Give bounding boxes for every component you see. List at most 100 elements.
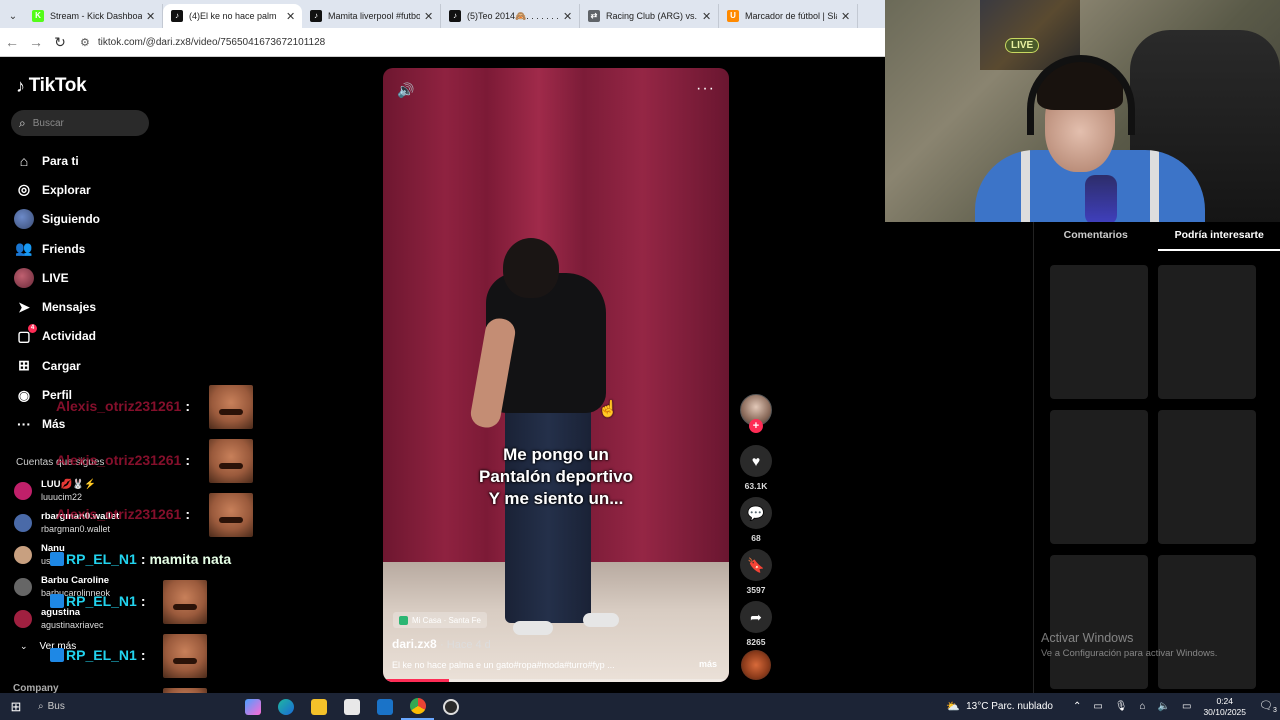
tab-comentarios[interactable]: Comentarios <box>1034 227 1158 251</box>
obs-icon[interactable] <box>434 693 467 720</box>
video-thumbnail[interactable] <box>1158 265 1256 399</box>
tab-podria-interesarte[interactable]: Podría interesarte <box>1157 227 1280 251</box>
sidebar-item-label: Mensajes <box>42 300 97 315</box>
weather-text[interactable]: 13°C Parc. nublado <box>966 701 1053 712</box>
browser-tab-strip: ⌄ K Stream - Kick Dashboard ✕ ♪ (4)El ke no … <box>0 0 885 28</box>
tab-title: Marcador de fútbol | Slan <box>745 11 837 21</box>
friends-icon: 👥 <box>15 240 33 257</box>
back-icon[interactable]: ← <box>0 30 24 54</box>
more-options-icon[interactable]: ··· <box>696 80 715 98</box>
sidebar-item-cargar[interactable]: ⊞ Cargar <box>14 351 100 380</box>
clock[interactable]: 0:24 30/10/2025 <box>1203 696 1246 718</box>
chat-separator: : <box>185 398 190 414</box>
search-icon: ⌕ <box>19 115 26 130</box>
video-thumbnail[interactable] <box>1050 555 1148 689</box>
chat-badge-icon <box>50 648 64 662</box>
sidebar-item-siguiendo[interactable]: Siguiendo <box>14 205 100 234</box>
caption-line: Me pongo un <box>503 445 609 464</box>
music-disc-icon[interactable] <box>741 650 771 680</box>
chat-separator: : <box>185 506 190 522</box>
close-tab-icon[interactable]: ✕ <box>146 10 156 23</box>
copilot-icon[interactable] <box>236 693 269 720</box>
sidebar-item-m-s[interactable]: ··· Más <box>14 410 100 439</box>
forward-icon[interactable]: → <box>24 30 48 54</box>
tab-title: Stream - Kick Dashboard <box>50 11 142 21</box>
sidebar-item-friends[interactable]: 👥 Friends <box>14 234 100 263</box>
chat-username: RP_EL_N1 <box>66 593 137 609</box>
browser-tab[interactable]: ⇄ Racing Club (ARG) vs. Fla ✕ <box>580 4 719 28</box>
account-handle: rbargman0.wallet <box>41 524 111 534</box>
tab-favicon-icon: K <box>32 10 44 22</box>
weather-icon[interactable]: ⛅ <box>946 700 960 713</box>
browser-tab[interactable]: ♪ Mamita liverpool #futbol ✕ <box>302 4 441 28</box>
location-label: Mi Casa · Santa Fe <box>412 615 481 625</box>
chat-username: RP_EL_N1 <box>66 647 137 663</box>
like-button[interactable]: ♥ <box>740 445 772 477</box>
sidebar-item-para-ti[interactable]: ⌂ Para ti <box>14 146 100 175</box>
windows-start-icon[interactable]: ⊞ <box>0 693 32 720</box>
outlook-icon[interactable] <box>368 693 401 720</box>
camera-icon[interactable]: ▭ <box>1093 701 1102 712</box>
video-progress-bar[interactable] <box>383 679 729 682</box>
sidebar-item-mensajes[interactable]: ➤ Mensajes <box>14 292 100 321</box>
video-thumbnail[interactable] <box>1050 265 1148 399</box>
battery-icon[interactable]: ▭ <box>1182 701 1191 712</box>
sidebar-nav: ⌂ Para ti ◎ Explorar Siguiendo 👥 Friends LIVE ➤ M… <box>14 146 100 439</box>
volume-icon[interactable]: 🔊 <box>397 82 414 99</box>
chevron-up-icon[interactable]: ⌃ <box>1073 701 1081 712</box>
video-author[interactable]: dari.zx8 · Hace 4 d <box>392 637 491 651</box>
network-icon[interactable]: ⌂ <box>1140 701 1146 712</box>
video-player[interactable]: 🔊 ··· Me pongo un Pantalón deportivo Y m… <box>383 68 729 682</box>
close-tab-icon[interactable]: ✕ <box>424 10 434 23</box>
mic-icon[interactable]: 🎙 <box>1115 701 1128 712</box>
close-tab-icon[interactable]: ✕ <box>286 10 296 23</box>
tab-title: Racing Club (ARG) vs. Fla <box>606 11 698 21</box>
taskbar-search[interactable]: ⌕ Bus <box>32 693 222 720</box>
video-thumbnail[interactable] <box>1050 410 1148 544</box>
sidebar-item-live[interactable]: LIVE <box>14 263 100 292</box>
tiktok-logo[interactable]: ♪ TikTok <box>16 75 87 97</box>
location-icon <box>399 615 408 625</box>
following-account[interactable]: LUU💋🐰⚡ luuucim22 <box>14 475 119 507</box>
close-tab-icon[interactable]: ✕ <box>702 10 712 23</box>
store-icon[interactable] <box>335 693 368 720</box>
taskbar-search-text: Bus <box>47 701 65 712</box>
close-tab-icon[interactable]: ✕ <box>841 10 851 23</box>
chat-username: RP_EL_N1 <box>66 551 137 567</box>
like-count: 63.1K <box>744 481 768 491</box>
video-thumbnail[interactable] <box>1158 410 1256 544</box>
chrome-icon[interactable] <box>401 693 434 720</box>
browser-tab[interactable]: U Marcador de fútbol | Slan ✕ <box>719 4 858 28</box>
browser-tab[interactable]: ♪ (5)Teo 2014🙈. . . . . . . . . ✕ <box>441 4 580 28</box>
url-field[interactable]: ⚙ tiktok.com/@dari.zx8/video/75650416736… <box>80 31 325 53</box>
close-tab-icon[interactable]: ✕ <box>563 10 573 23</box>
address-bar: ← → ↻ ⚙ tiktok.com/@dari.zx8/video/75650… <box>0 28 885 57</box>
account-name: Barbu Caroline <box>41 575 110 586</box>
edge-icon[interactable] <box>269 693 302 720</box>
notification-count: 3 <box>1273 707 1277 715</box>
search-input[interactable]: ⌕ Buscar <box>11 110 149 136</box>
system-tray: ⛅ 13°C Parc. nublado ⌃ ▭ 🎙 ⌂ 🔈 ▭ 0:24 30… <box>946 693 1280 720</box>
avatar <box>14 578 32 596</box>
sidebar-item-label: Siguiendo <box>42 212 100 227</box>
more-description-button[interactable]: más <box>699 659 717 669</box>
share-button[interactable]: ➦ <box>740 601 772 633</box>
comment-button[interactable]: 💬 <box>740 497 772 529</box>
tab-search-dropdown-icon[interactable]: ⌄ <box>2 4 24 28</box>
author-name: dari.zx8 <box>392 637 437 651</box>
site-settings-icon[interactable]: ⚙ <box>80 36 90 49</box>
browser-tab[interactable]: K Stream - Kick Dashboard ✕ <box>24 4 163 28</box>
volume-icon[interactable]: 🔈 <box>1158 701 1170 712</box>
reload-icon[interactable]: ↻ <box>48 30 72 54</box>
chat-emote <box>163 580 207 624</box>
video-thumbnail[interactable] <box>1158 555 1256 689</box>
browser-tab[interactable]: ♪ (4)El ke no hace palm ✕ <box>163 4 302 28</box>
follow-plus-icon[interactable]: + <box>749 419 763 433</box>
location-tag[interactable]: Mi Casa · Santa Fe <box>393 612 487 628</box>
sidebar-item-label: Cargar <box>42 358 81 373</box>
sidebar-item-explorar[interactable]: ◎ Explorar <box>14 175 100 204</box>
file-explorer-icon[interactable] <box>302 693 335 720</box>
sidebar-item-actividad[interactable]: ▢ 4 Actividad <box>14 322 100 351</box>
notifications-icon[interactable]: 🗨3 <box>1256 699 1280 714</box>
save-button[interactable]: 🔖 <box>740 549 772 581</box>
